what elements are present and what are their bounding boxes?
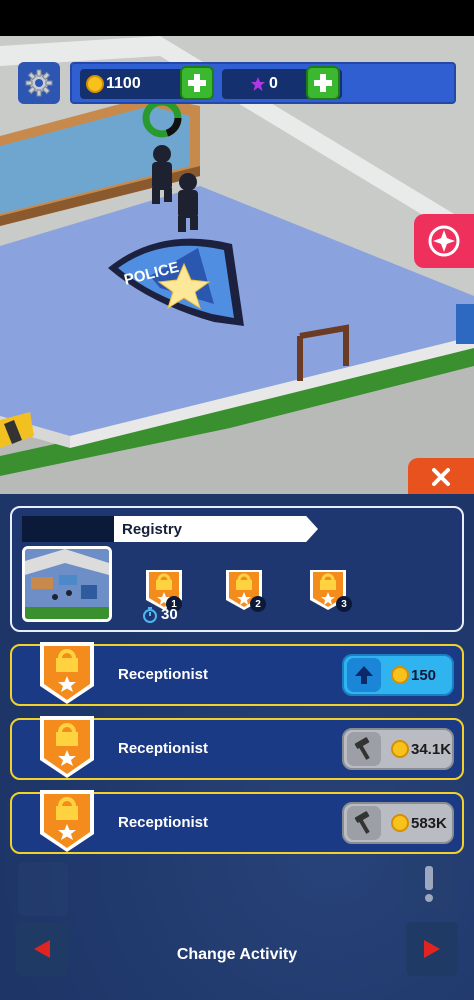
worker-name: Receptionist [118, 740, 209, 757]
worker-row-2: Receptionist 34.1K [10, 716, 464, 780]
hammer-icon [347, 732, 381, 766]
worker-row-3: Receptionist 583K [10, 790, 464, 854]
room-preview-image [25, 549, 109, 619]
add-stars-button[interactable] [306, 66, 340, 100]
exclamation-icon [425, 866, 433, 902]
coin-icon [391, 666, 409, 684]
settings-button[interactable] [18, 62, 60, 104]
change-activity-label: Change Activity [176, 946, 298, 963]
plus-icon [314, 74, 332, 92]
alert-button[interactable] [404, 856, 454, 910]
worker-name: Receptionist [118, 666, 209, 683]
album-button[interactable] [18, 862, 68, 916]
hire-cost: 583K [391, 814, 447, 832]
level-3-number: 3 [336, 596, 352, 612]
star-value: 0 [269, 75, 278, 92]
level-3-icon: 3 [306, 566, 352, 612]
plus-icon [188, 74, 206, 92]
game-scene[interactable]: POLICE [0, 36, 474, 496]
star-icon [251, 77, 265, 91]
coin-icon [391, 740, 409, 758]
coin-icon [391, 814, 409, 832]
registry-title-accent [22, 516, 114, 542]
registry-card: Registry 1 2 3 30 [10, 506, 464, 632]
stopwatch-icon [143, 606, 157, 623]
upgrade-cost-value: 150 [411, 666, 437, 684]
hire-cost: 34.1K [391, 740, 451, 758]
timer-readout: 30 [142, 606, 178, 623]
activity-panel: Registry 1 2 3 30 Receptionist 150 Recep… [0, 494, 474, 1000]
add-coins-button[interactable] [180, 66, 214, 100]
worker-row-1: Receptionist 150 [10, 642, 464, 706]
compass-button[interactable] [414, 214, 474, 268]
coin-value: 1100 [106, 75, 141, 92]
hire-cost-value: 34.1K [411, 740, 452, 758]
upgrade-button[interactable]: 150 [342, 654, 454, 696]
timer-value: 30 [161, 606, 178, 623]
compass-icon [428, 225, 460, 257]
receptionist-badge-icon [40, 790, 94, 852]
upgrade-arrow-icon [347, 658, 381, 692]
police-station-view: POLICE [0, 36, 474, 496]
level-2-number: 2 [250, 596, 266, 612]
upgrade-cost: 150 [391, 666, 436, 684]
coin-icon [86, 75, 104, 93]
top-hud: 1100 0 [18, 62, 458, 104]
close-panel-button[interactable] [408, 458, 474, 496]
close-icon [432, 468, 450, 486]
registry-title: Registry [122, 520, 183, 538]
receptionist-badge-icon [40, 642, 94, 704]
registry-room-thumbnail[interactable] [22, 546, 112, 622]
hire-button[interactable]: 583K [342, 802, 454, 844]
hire-button[interactable]: 34.1K [342, 728, 454, 770]
hammer-icon [347, 806, 381, 840]
worker-name: Receptionist [118, 814, 209, 831]
level-2-icon: 2 [222, 566, 266, 612]
hire-cost-value: 583K [411, 814, 447, 832]
receptionist-badge-icon [40, 716, 94, 778]
gear-icon [25, 69, 53, 97]
status-bar [0, 0, 474, 36]
resource-panel: 1100 0 [70, 62, 456, 104]
